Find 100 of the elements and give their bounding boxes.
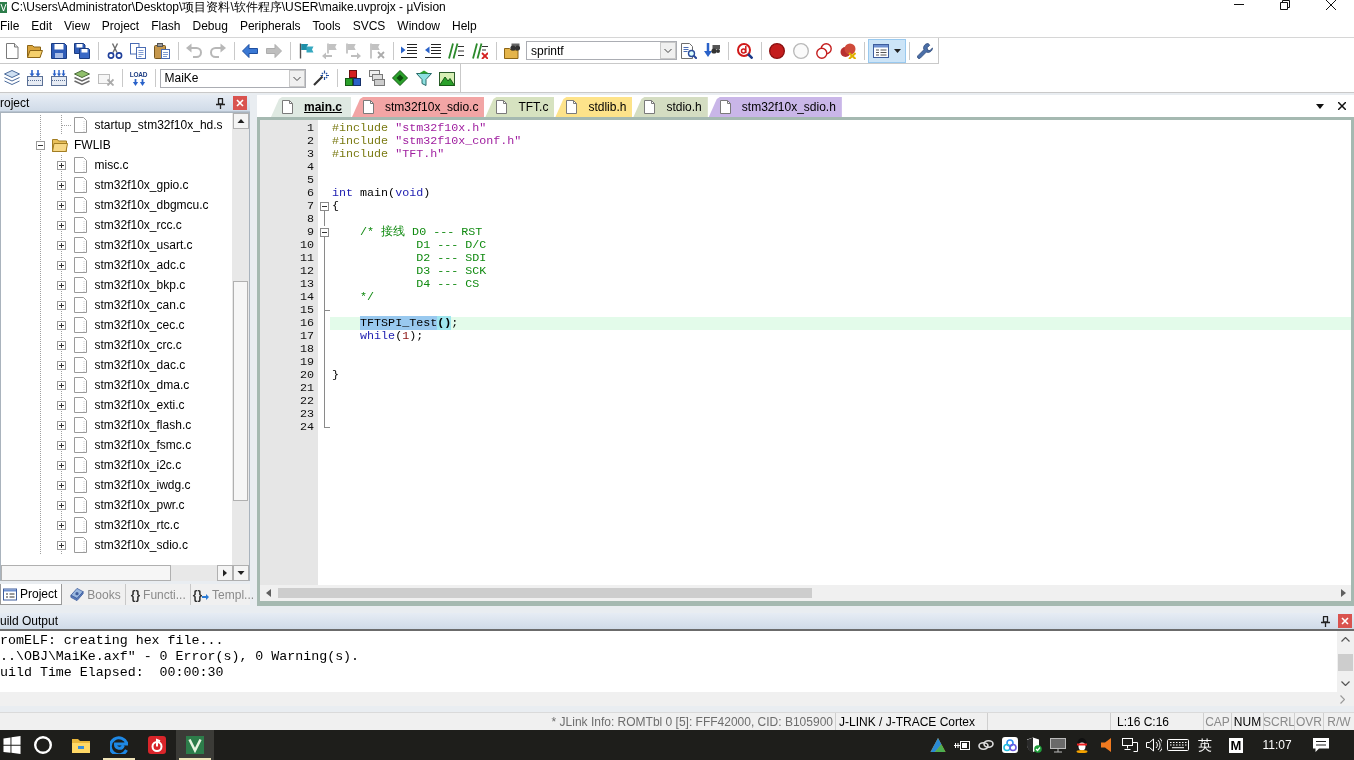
collapse-icon[interactable] [35, 140, 45, 150]
outdent-icon[interactable] [424, 42, 441, 59]
tree-item[interactable]: stm32f10x_dac.c [94, 358, 186, 372]
magic-wand-icon[interactable] [312, 70, 329, 86]
scrollbar-thumb[interactable] [1338, 654, 1353, 671]
menu-item[interactable]: File [0, 17, 26, 34]
shield-check-icon[interactable] [1026, 737, 1042, 753]
tree-item[interactable]: stm32f10x_sdio.c [94, 538, 188, 552]
expand-icon[interactable] [56, 220, 66, 230]
breakpoint-delete-icon[interactable] [839, 42, 856, 59]
expand-icon[interactable] [56, 480, 66, 490]
tree-item[interactable]: misc.c [94, 158, 129, 172]
browser-icon[interactable] [110, 736, 128, 754]
tree-item[interactable]: stm32f10x_cec.c [94, 318, 185, 332]
indent-icon[interactable] [401, 42, 418, 59]
notification-icon[interactable] [1313, 737, 1329, 753]
scroll-up-icon[interactable] [1341, 637, 1350, 642]
tree-item[interactable]: stm32f10x_rcc.c [94, 218, 182, 232]
input-mode[interactable]: M [1228, 737, 1244, 753]
diamond-icon[interactable] [392, 70, 409, 86]
editor-tab[interactable]: TFT.c [485, 97, 555, 117]
layers-icon[interactable] [74, 70, 91, 86]
penguin-icon[interactable] [1074, 737, 1090, 753]
expand-icon[interactable] [56, 540, 66, 550]
build-icon[interactable] [27, 70, 44, 86]
monitor-icon[interactable] [1050, 737, 1066, 753]
vertical-scrollbar[interactable] [1337, 631, 1354, 692]
tree-item[interactable]: stm32f10x_i2c.c [94, 458, 182, 472]
tree-item[interactable]: FWLIB [74, 138, 111, 152]
cloud-rings-icon[interactable] [1002, 737, 1018, 753]
horizontal-scrollbar[interactable] [1, 565, 217, 581]
combo-field[interactable]: sprintf [526, 41, 677, 60]
tree-item[interactable]: startup_stm32f10x_hd.s [94, 118, 223, 132]
expand-icon[interactable] [56, 320, 66, 330]
fold-minus-icon[interactable] [319, 202, 329, 211]
clock[interactable]: 11:07 [1262, 738, 1292, 752]
menu-item[interactable]: Peripherals [233, 17, 307, 34]
expand-icon[interactable] [56, 240, 66, 250]
copy-icon[interactable] [130, 42, 147, 59]
editor-tab[interactable]: stm32f10x_sdio.h [708, 97, 842, 117]
vertical-scrollbar[interactable] [232, 113, 249, 565]
clipboard-icon[interactable] [153, 42, 170, 59]
tree-item[interactable]: stm32f10x_pwr.c [94, 498, 185, 512]
tree-item[interactable]: stm32f10x_exti.c [94, 398, 185, 412]
expand-icon[interactable] [56, 280, 66, 290]
blocks-icon[interactable] [345, 70, 362, 86]
music-app-icon[interactable] [148, 736, 166, 754]
expand-icon[interactable] [56, 520, 66, 530]
scrollbar-thumb[interactable] [1, 565, 171, 581]
tree-item[interactable]: stm32f10x_dma.c [94, 378, 190, 392]
menu-item[interactable]: Tools [306, 17, 347, 34]
scroll-up-icon[interactable] [232, 113, 249, 129]
menu-item[interactable]: Help [446, 17, 483, 34]
menu-item[interactable]: Edit [25, 17, 59, 34]
speaker-icon[interactable] [1100, 737, 1112, 753]
scroll-left-icon[interactable] [265, 589, 271, 597]
expand-icon[interactable] [56, 420, 66, 430]
expand-icon[interactable] [56, 500, 66, 510]
breakpoint-icon[interactable] [769, 42, 786, 59]
scrollbar-thumb[interactable] [233, 281, 248, 501]
tree-item[interactable]: stm32f10x_crc.c [94, 338, 182, 352]
combo-field[interactable]: MaiKe [159, 68, 306, 88]
expand-icon[interactable] [56, 440, 66, 450]
network-icon[interactable] [1122, 737, 1138, 753]
panel-tab[interactable]: Project [0, 584, 63, 605]
taskbar-button[interactable] [176, 730, 214, 760]
tree-item[interactable]: stm32f10x_flash.c [94, 418, 192, 432]
volume-icon[interactable] [1146, 737, 1162, 753]
scroll-right-icon[interactable] [217, 565, 233, 581]
menu-item[interactable]: Flash [145, 17, 187, 34]
scrollbar-thumb[interactable] [278, 588, 812, 598]
tree-item[interactable]: stm32f10x_dbgmcu.c [94, 198, 209, 212]
pin-icon[interactable] [216, 97, 225, 109]
triangle-app-icon[interactable] [930, 737, 946, 753]
tree-item[interactable]: stm32f10x_adc.c [94, 258, 186, 272]
rebuild-icon[interactable] [50, 70, 67, 86]
editor-tab[interactable]: main.c [271, 97, 351, 117]
scroll-down-icon[interactable] [1341, 681, 1350, 686]
expand-icon[interactable] [56, 400, 66, 410]
tree-item[interactable]: stm32f10x_gpio.c [94, 178, 189, 192]
menu-item[interactable]: Debug [186, 17, 234, 34]
two-circles-icon[interactable] [816, 42, 833, 59]
binoculars-arrow-icon[interactable] [704, 42, 721, 59]
close-icon[interactable] [1338, 102, 1346, 110]
folder-binoculars-icon[interactable] [504, 42, 521, 59]
editor-tab[interactable]: stdlib.h [555, 97, 633, 117]
expand-icon[interactable] [56, 380, 66, 390]
chevron-tile-icon[interactable] [186, 736, 204, 754]
horizontal-scrollbar[interactable] [0, 692, 1354, 706]
tree-item[interactable]: stm32f10x_rtc.c [94, 518, 180, 532]
stacked-layers-icon[interactable] [3, 70, 20, 86]
tree-item[interactable]: stm32f10x_iwdg.c [94, 478, 191, 492]
menu-item[interactable]: Project [95, 17, 146, 34]
tree-item[interactable]: stm32f10x_usart.c [94, 238, 193, 252]
expand-icon[interactable] [56, 340, 66, 350]
menu-item[interactable]: SVCS [346, 17, 392, 34]
expand-icon[interactable] [56, 160, 66, 170]
stacked-windows-icon[interactable] [368, 70, 385, 86]
start-icon[interactable] [3, 736, 21, 754]
expand-icon[interactable] [56, 180, 66, 190]
